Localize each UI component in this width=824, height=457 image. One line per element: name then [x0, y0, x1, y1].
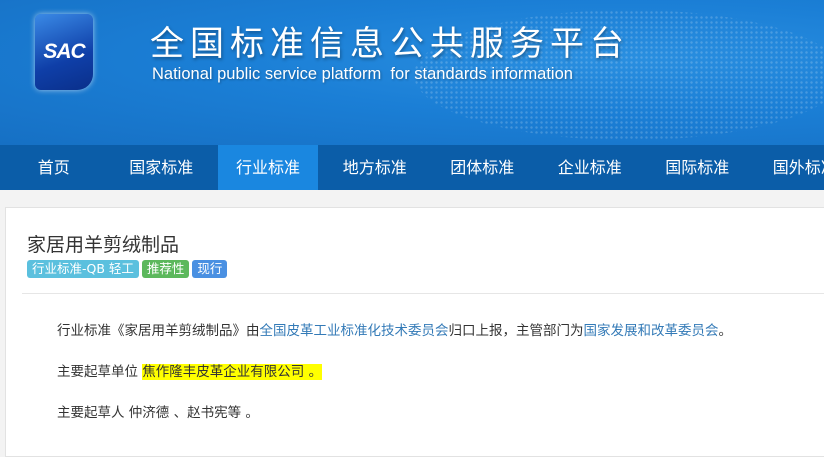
divider — [22, 293, 824, 294]
main-nav: 首页 国家标准 行业标准 地方标准 团体标准 企业标准 国际标准 国外标准 — [0, 145, 824, 190]
desc-text: 行业标准《家居用羊剪绒制品》由 — [57, 323, 260, 339]
site-header: SAC 全国标准信息公共服务平台 National public service… — [0, 0, 824, 145]
desc-text: 归口上报，主管部门为 — [448, 323, 584, 339]
drafting-unit-label: 主要起草单位 — [57, 364, 138, 380]
category-badge: 行业标准-QB 轻工 — [27, 260, 139, 278]
nav-enterprise[interactable]: 企业标准 — [536, 145, 644, 190]
committee-link[interactable]: 全国皮革工业标准化技术委员会 — [260, 323, 449, 339]
type-badge: 推荐性 — [141, 260, 190, 278]
nav-group[interactable]: 团体标准 — [429, 145, 537, 190]
drafters-label: 主要起草人 — [57, 405, 125, 421]
nav-local[interactable]: 地方标准 — [321, 145, 429, 190]
nav-national[interactable]: 国家标准 — [108, 145, 216, 190]
status-badge: 现行 — [192, 260, 228, 278]
nav-international[interactable]: 国际标准 — [644, 145, 752, 190]
description: 行业标准《家居用羊剪绒制品》由全国皮革工业标准化技术委员会归口上报，主管部门为国… — [57, 319, 732, 339]
standard-title: 家居用羊剪绒制品 — [27, 234, 180, 256]
drafters: 主要起草人 仲济德 、赵书宪等 。 — [57, 401, 259, 421]
nav-home[interactable]: 首页 — [0, 145, 108, 190]
nav-foreign[interactable]: 国外标准 — [751, 145, 824, 190]
logo-text: SAC — [43, 40, 85, 63]
site-subtitle: National public service platform for sta… — [152, 65, 573, 83]
sac-logo[interactable]: SAC — [35, 14, 93, 90]
drafting-unit: 主要起草单位 焦作隆丰皮革企业有限公司 。 — [57, 360, 323, 380]
drafting-unit-value: 焦作隆丰皮革企业有限公司 。 — [142, 364, 323, 380]
desc-text: 。 — [718, 323, 733, 339]
nav-industry[interactable]: 行业标准 — [218, 145, 318, 190]
standard-detail-card: 家居用羊剪绒制品 行业标准-QB 轻工 推荐性 现行 行业标准《家居用羊剪绒制品… — [5, 207, 824, 457]
drafters-value: 仲济德 、赵书宪等 。 — [128, 405, 259, 421]
tag-list: 行业标准-QB 轻工 推荐性 现行 — [27, 260, 228, 278]
site-title: 全国标准信息公共服务平台 — [150, 24, 630, 64]
authority-link[interactable]: 国家发展和改革委员会 — [584, 323, 719, 339]
